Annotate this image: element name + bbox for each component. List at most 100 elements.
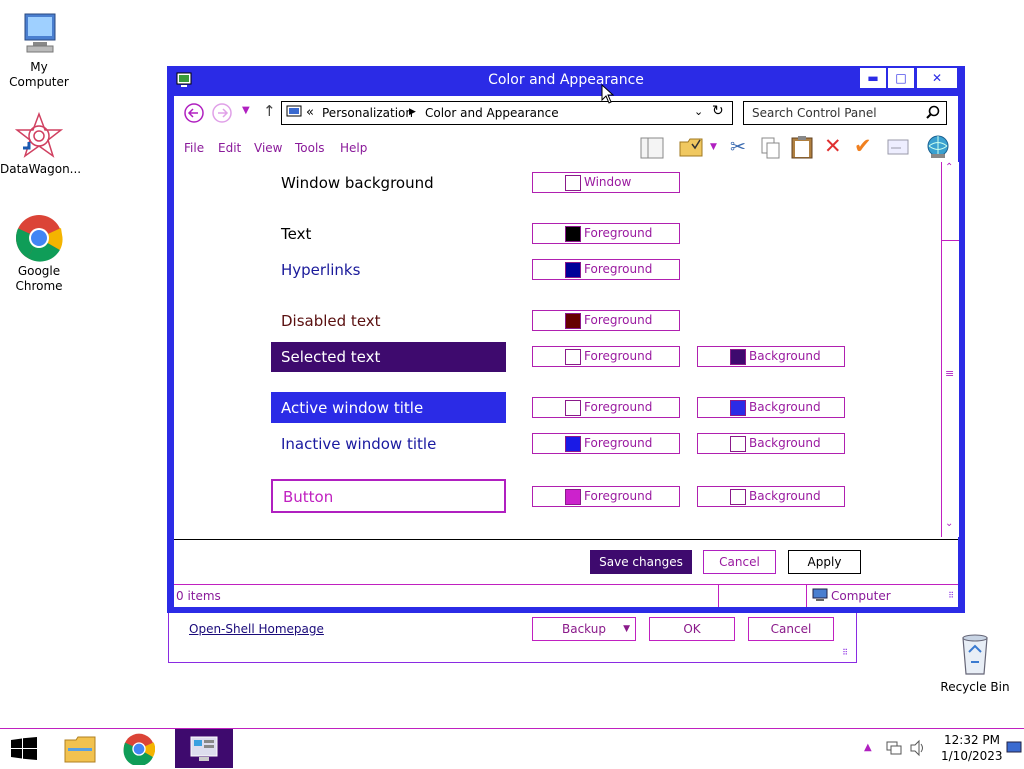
properties-check-icon[interactable]: ✔ — [854, 134, 872, 158]
cancel-button[interactable]: Cancel — [703, 550, 776, 574]
folder-options-icon[interactable] — [679, 136, 703, 161]
color-swatch — [565, 349, 581, 365]
status-location: Computer — [831, 589, 891, 603]
window-background-label: Window background — [281, 174, 434, 192]
taskbar-control-panel-active[interactable] — [175, 729, 233, 768]
start-button[interactable] — [0, 729, 48, 768]
resize-grip-icon[interactable]: ⠿ — [842, 648, 848, 657]
swatch-label: Foreground — [584, 400, 653, 414]
windows-logo-icon — [11, 737, 37, 764]
title-bar[interactable]: Color and Appearance ▬ □ ✕ — [167, 66, 965, 96]
swatch-label: Foreground — [584, 226, 653, 240]
breadcrumb-separator-icon[interactable]: ▶ — [409, 107, 416, 117]
recent-locations-icon[interactable]: ▼ — [242, 105, 250, 116]
window-client: ▼ ↑ « Personalization ▶ Color and Appear… — [174, 96, 959, 607]
active-title-background-button[interactable]: Background — [697, 397, 845, 418]
status-divider — [718, 585, 719, 607]
selected-text-foreground-button[interactable]: Foreground — [532, 346, 680, 367]
minimize-button[interactable]: ▬ — [860, 68, 886, 88]
swatch-label: Background — [749, 349, 821, 363]
desktop-icon-label: DataWagon... — [0, 162, 82, 176]
file-explorer-icon — [64, 734, 96, 767]
network-globe-icon[interactable] — [925, 135, 951, 162]
button-foreground-button[interactable]: Foreground — [532, 486, 680, 507]
search-input[interactable]: Search Control Panel — [752, 106, 877, 120]
text-foreground-button[interactable]: Foreground — [532, 223, 680, 244]
menu-help[interactable]: Help — [340, 141, 367, 155]
taskbar-chrome[interactable] — [111, 729, 169, 768]
breadcrumb-item-color-appearance[interactable]: Color and Appearance — [425, 106, 559, 120]
save-changes-button[interactable]: Save changes — [590, 550, 692, 574]
desktop-icon-my-computer[interactable]: My Computer — [0, 10, 78, 90]
menu-file[interactable]: File — [184, 141, 204, 155]
close-button[interactable]: ✕ — [917, 68, 957, 88]
close-icon: ✕ — [931, 71, 943, 85]
show-desktop-icon[interactable] — [1006, 741, 1022, 758]
selected-text-background-button[interactable]: Background — [697, 346, 845, 367]
network-icon[interactable] — [886, 740, 902, 759]
refresh-icon[interactable]: ↻ — [712, 103, 724, 119]
desktop-icon-chrome[interactable]: Google Chrome — [0, 214, 78, 294]
scroll-thumb[interactable] — [942, 178, 959, 241]
back-arrow-icon[interactable] — [184, 103, 204, 126]
inactive-title-foreground-button[interactable]: Foreground — [532, 433, 680, 454]
delete-icon[interactable]: ✕ — [824, 134, 842, 158]
clock-date[interactable]: 1/10/2023 — [941, 749, 1003, 763]
up-arrow-icon[interactable]: ↑ — [263, 102, 276, 120]
swatch-label: Foreground — [584, 349, 653, 363]
menu-tools[interactable]: Tools — [295, 141, 325, 155]
active-title-foreground-button[interactable]: Foreground — [532, 397, 680, 418]
layout-pane-icon[interactable] — [640, 137, 664, 162]
color-swatch — [730, 349, 746, 365]
taskbar: ▲ 12:32 PM 1/10/2023 — [0, 728, 1024, 769]
status-divider — [806, 585, 807, 607]
email-icon[interactable] — [887, 139, 909, 158]
maximize-button[interactable]: □ — [888, 68, 914, 88]
button-background-button[interactable]: Background — [697, 486, 845, 507]
swatch-label: Foreground — [584, 489, 653, 503]
color-swatch — [565, 489, 581, 505]
color-swatch — [565, 400, 581, 416]
scroll-grip-icon: ≡ — [945, 367, 955, 380]
disabled-text-foreground-button[interactable]: Foreground — [532, 310, 680, 331]
paste-icon[interactable] — [791, 135, 813, 162]
volume-icon[interactable] — [909, 739, 927, 760]
search-box[interactable]: Search Control Panel — [743, 101, 947, 125]
folder-options-dropdown-icon[interactable]: ▼ — [710, 142, 717, 152]
swatch-label: Foreground — [584, 313, 653, 327]
open-shell-homepage-link[interactable]: Open-Shell Homepage — [189, 622, 324, 636]
clock-time[interactable]: 12:32 PM — [944, 733, 1000, 747]
scroll-down-icon[interactable]: ⌄ — [945, 518, 953, 529]
copy-icon[interactable] — [761, 137, 781, 162]
address-bar[interactable]: « Personalization ▶ Color and Appearance… — [281, 101, 733, 125]
menu-view[interactable]: View — [254, 141, 282, 155]
chrome-icon — [123, 733, 156, 768]
taskbar-file-explorer[interactable] — [51, 729, 109, 768]
button-label: Button — [283, 488, 334, 506]
menu-edit[interactable]: Edit — [218, 141, 241, 155]
window-background-color-button[interactable]: Window — [532, 172, 680, 193]
cut-icon[interactable]: ✂ — [730, 136, 746, 158]
address-dropdown-icon[interactable]: ⌄ — [694, 105, 703, 118]
desktop-icon-datawagon[interactable]: DataWagon... — [0, 111, 82, 177]
show-hidden-icons-icon[interactable]: ▲ — [864, 742, 872, 753]
swatch-label: Background — [749, 400, 821, 414]
color-swatch — [565, 262, 581, 278]
search-icon[interactable] — [926, 105, 940, 122]
ok-button[interactable]: OK — [649, 617, 735, 641]
color-swatch — [565, 313, 581, 329]
hyperlinks-foreground-button[interactable]: Foreground — [532, 259, 680, 280]
color-swatch — [565, 436, 581, 452]
vertical-scrollbar[interactable]: ⌃ ≡ ⌄ — [941, 162, 959, 537]
breadcrumb-item-personalization[interactable]: Personalization — [322, 106, 413, 120]
inactive-title-background-button[interactable]: Background — [697, 433, 845, 454]
cancel-button[interactable]: Cancel — [748, 617, 834, 641]
backup-button[interactable]: Backup ▼ — [532, 617, 636, 641]
resize-grip-icon[interactable]: ⠿ — [948, 591, 954, 600]
desktop-icon-recycle-bin[interactable]: Recycle Bin — [936, 630, 1014, 695]
apply-button[interactable]: Apply — [788, 550, 861, 574]
scroll-up-icon[interactable]: ⌃ — [945, 162, 953, 173]
forward-arrow-icon[interactable] — [212, 103, 232, 126]
color-swatch — [730, 489, 746, 505]
color-settings-panel: Window background Window Text Foreground… — [174, 162, 941, 537]
